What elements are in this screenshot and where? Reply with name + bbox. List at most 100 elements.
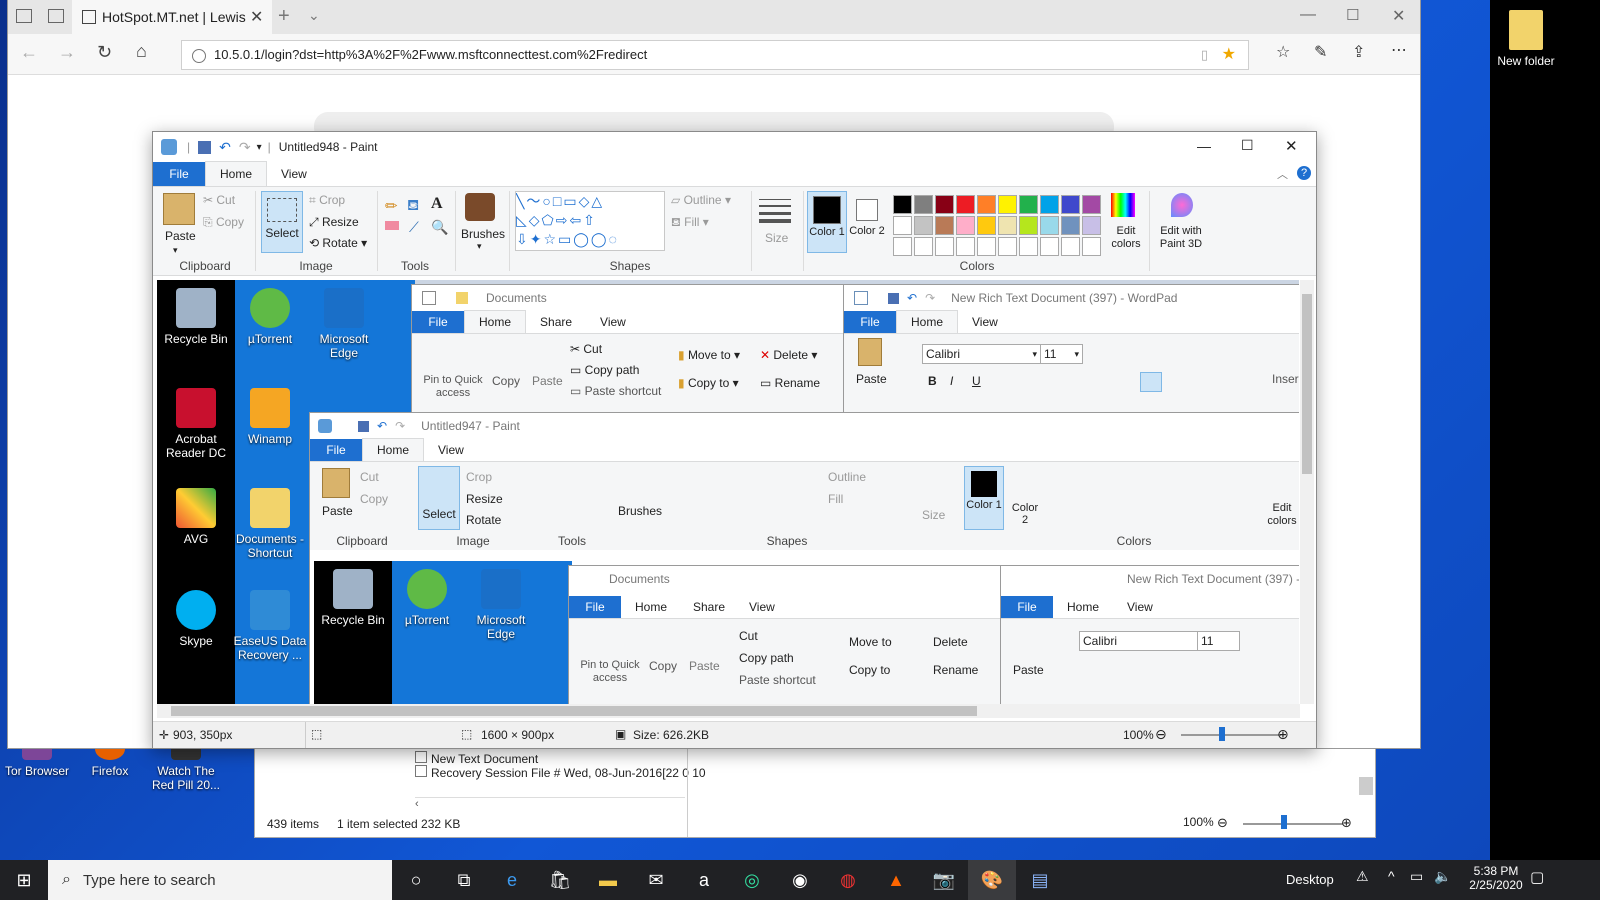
favorites-icon[interactable]: ☆ (1276, 42, 1290, 62)
magnifier-icon[interactable]: 🔍 (431, 219, 448, 236)
captured-icon-documents[interactable]: Documents - Shortcut (233, 488, 307, 560)
color-swatch[interactable] (1061, 216, 1080, 235)
clock[interactable]: 5:38 PM 2/25/2020 (1466, 864, 1526, 892)
cut-button[interactable]: Cut (360, 470, 379, 484)
color-swatch[interactable] (1040, 237, 1059, 256)
pen-icon[interactable]: ✎ (1314, 42, 1327, 62)
delete-button[interactable]: Delete (933, 635, 968, 649)
color-swatch[interactable] (1082, 216, 1101, 235)
paint-taskbar-icon[interactable]: 🎨 (968, 860, 1016, 900)
paste-button[interactable]: Paste (1013, 663, 1044, 677)
tab-home[interactable]: Home (464, 310, 527, 333)
back-icon[interactable]: ← (20, 42, 38, 63)
underline-icon[interactable]: U (972, 374, 981, 388)
color-swatch[interactable] (1082, 195, 1101, 214)
pin-quick-access-button[interactable]: Pin to Quick access (575, 659, 645, 685)
font-family-select[interactable]: Calibri ▾ (922, 344, 1041, 364)
color-swatch[interactable] (893, 216, 912, 235)
tab-view[interactable]: View (267, 162, 321, 186)
paste-button[interactable]: Paste (165, 229, 196, 243)
horizontal-scrollbar[interactable] (157, 704, 1300, 718)
bold-icon[interactable]: B (928, 374, 937, 388)
camera-icon[interactable]: 📷 (920, 860, 968, 900)
rotate-button[interactable]: Rotate (466, 513, 501, 527)
paste-button[interactable]: Paste (322, 504, 353, 518)
tab-home[interactable]: Home (896, 310, 959, 333)
vertical-scrollbar[interactable] (1300, 280, 1314, 704)
rename-button[interactable]: ▭ Rename (760, 376, 820, 390)
edge-taskbar-icon[interactable]: e (488, 860, 536, 900)
task-view-icon[interactable]: ⧉ (440, 860, 488, 900)
color-swatch[interactable] (1019, 216, 1038, 235)
fill-bucket-icon[interactable]: ⛾ (407, 197, 419, 216)
copy-path-button[interactable]: Copy path (739, 651, 794, 665)
zoom-slider[interactable] (1181, 734, 1281, 736)
tab-home[interactable]: Home (362, 438, 425, 461)
collapse-ribbon-icon[interactable]: ︿ (1277, 166, 1288, 182)
undo-icon[interactable]: ↶ (907, 291, 917, 305)
favorite-star-icon[interactable]: ★ (1222, 41, 1236, 69)
color-swatch[interactable] (956, 195, 975, 214)
notification-warning-icon[interactable]: ⚠ (1356, 868, 1369, 885)
color-swatch[interactable] (977, 237, 996, 256)
tab-file[interactable]: File (153, 162, 205, 186)
paint-canvas[interactable]: Recycle Bin Acrobat Reader DC AVG Skype … (157, 280, 1299, 704)
desktop-icon-new-folder[interactable]: New folder (1489, 10, 1563, 68)
close-tab-icon[interactable]: ✕ (250, 7, 263, 27)
color-swatch[interactable] (977, 216, 996, 235)
tab-share[interactable]: Share (693, 600, 725, 614)
pin-quick-access-button[interactable]: Pin to Quick access (418, 374, 488, 400)
select-button[interactable]: Select (418, 466, 460, 530)
color-swatch[interactable] (914, 195, 933, 214)
forward-icon[interactable]: → (58, 42, 76, 63)
redo-icon[interactable]: ↷ (239, 139, 251, 156)
select-button[interactable]: Select (261, 191, 303, 253)
undo-icon[interactable]: ↶ (377, 419, 387, 433)
captured-icon-recycle-bin[interactable]: Recycle Bin (159, 288, 233, 346)
captured-icon-skype[interactable]: Skype (159, 590, 233, 648)
captured-icon-winamp[interactable]: Winamp (233, 388, 307, 446)
vlc-icon[interactable]: ▲ (872, 860, 920, 900)
file-explorer-icon[interactable]: ▬ (584, 860, 632, 900)
color-swatch[interactable] (914, 237, 933, 256)
color-swatch[interactable] (1019, 195, 1038, 214)
media-player-icon[interactable]: ◉ (776, 860, 824, 900)
zoom-out-icon[interactable]: ⊖ (1155, 726, 1167, 743)
save-icon[interactable] (358, 420, 369, 432)
edit-with-paint3d-button[interactable]: Edit with Paint 3D (1155, 225, 1207, 251)
paste-button[interactable]: Paste (856, 372, 887, 386)
color-swatch[interactable] (1040, 195, 1059, 214)
color-picker-icon[interactable]: ⟋ (409, 219, 419, 236)
color-swatch[interactable] (998, 195, 1017, 214)
cortana-icon[interactable]: ○ (392, 860, 440, 900)
maximize-icon[interactable]: ☐ (1241, 137, 1254, 154)
help-icon[interactable]: ? (1297, 166, 1311, 180)
copy-to-button[interactable]: Copy to (849, 663, 890, 677)
wordpad-taskbar-icon[interactable]: ▤ (1016, 860, 1064, 900)
insert-button[interactable]: Inser (1272, 372, 1299, 386)
edit-colors-button[interactable]: Edit colors (1264, 502, 1299, 528)
captured-icon-avg[interactable]: AVG (159, 488, 233, 546)
tab-view[interactable]: View (749, 600, 775, 614)
start-button[interactable]: ⊞ (0, 860, 48, 900)
zoom-in-icon[interactable]: ⊕ (1277, 726, 1289, 743)
copy-button[interactable]: Copy (649, 659, 677, 673)
size-button[interactable]: Size (765, 231, 788, 245)
tab-file[interactable]: File (310, 439, 362, 461)
color-swatch[interactable] (998, 216, 1017, 235)
minimize-icon[interactable]: — (1197, 138, 1211, 154)
store-icon[interactable]: 🛍 (536, 860, 584, 900)
color-swatch[interactable] (893, 195, 912, 214)
paste-shortcut-button[interactable]: ▭ Paste shortcut (570, 384, 661, 398)
vertical-scrollbar-thumb[interactable] (1302, 294, 1312, 474)
outline-button[interactable]: ▱ Outline ▾ (671, 193, 731, 207)
volume-icon[interactable]: 🔈 (1434, 868, 1451, 885)
redo-icon[interactable]: ↷ (925, 291, 935, 305)
color1-button[interactable]: Color 1 (807, 191, 847, 253)
copy-button[interactable]: ⎘ Copy (203, 215, 244, 230)
zoom-slider-thumb[interactable] (1219, 727, 1225, 741)
fill-button[interactable]: Fill (828, 492, 843, 506)
zoom-slider[interactable] (1243, 823, 1343, 825)
tab-view[interactable]: View (958, 311, 1012, 333)
color-swatch[interactable] (956, 237, 975, 256)
